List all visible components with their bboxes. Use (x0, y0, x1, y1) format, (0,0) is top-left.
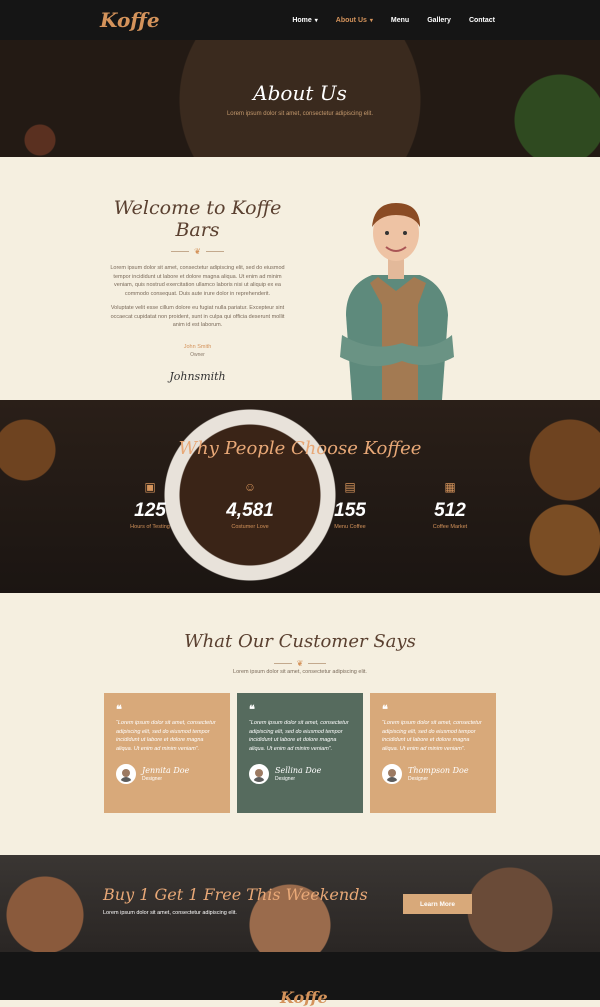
testimonial-text: “Lorem ipsum dolor sit amet, consectetur… (249, 720, 349, 752)
welcome-title: Welcome to Koffe Bars (113, 197, 282, 241)
site-logo[interactable]: Koffe (100, 8, 160, 32)
page-title: About Us (253, 80, 347, 105)
menu-item-home[interactable]: Home ▾ (292, 17, 317, 24)
owner-name: John Smith (183, 343, 212, 350)
learn-more-button[interactable]: Learn More (403, 894, 472, 914)
testimonial-card: ❝ “Lorem ipsum dolor sit amet, consectet… (237, 693, 363, 813)
welcome-paragraph-1: Lorem ipsum dolor sit amet, consectetur … (110, 265, 285, 297)
testimonial-author: Sellina Doe Designer (249, 764, 351, 784)
promo-subtitle: Lorem ipsum dolor sit amet, consectetur … (103, 910, 237, 916)
footer: Koffe (0, 952, 600, 1007)
building-icon: ▦ (444, 480, 456, 494)
stat-market: ▦ 512 Coffee Market (400, 480, 500, 530)
avatar (382, 764, 402, 784)
author-role: Designer (275, 776, 296, 782)
author-name: Jennita Doe (142, 766, 190, 775)
testimonial-cards: ❝ “Lorem ipsum dolor sit amet, consectet… (104, 693, 496, 813)
stat-number: 125 (134, 500, 166, 521)
section-divider: ❦ (0, 659, 600, 668)
menu-item-menu[interactable]: Menu (391, 17, 409, 24)
testimonials-section: What Our Customer Says ❦ Lorem ipsum dol… (0, 593, 600, 855)
promo-title: Buy 1 Get 1 Free This Weekends (103, 885, 368, 904)
hero-subtitle: Lorem ipsum dolor sit amet, consectetur … (226, 110, 374, 117)
author-role: Designer (408, 776, 429, 782)
author-name: Thompson Doe (408, 766, 469, 775)
welcome-section: Welcome to Koffe Bars ❦ Lorem ipsum dolo… (0, 157, 600, 400)
testimonials-subtitle: Lorem ipsum dolor sit amet, consectetur … (233, 669, 367, 675)
menu-item-gallery[interactable]: Gallery (427, 17, 451, 24)
stat-number: 512 (434, 500, 466, 521)
welcome-paragraph-2: Voluptate velit esse cillum dolore eu fu… (110, 305, 285, 328)
menu-label: Home (292, 16, 312, 24)
top-navbar: Koffe Home ▾ About Us ▾ Menu Gallery Conta… (0, 0, 600, 40)
stat-label: Menu Coffee (334, 524, 366, 530)
stat-label: Coffee Market (432, 524, 468, 530)
leaf-icon: ❦ (296, 659, 304, 668)
briefcase-icon: ▣ (144, 480, 156, 494)
avatar (116, 764, 136, 784)
clipboard-icon: ▤ (344, 480, 356, 494)
owner-signature: Johnsmith (169, 369, 226, 383)
why-section: Why People Choose Koffee ▣ 125 Hours of … (0, 400, 600, 593)
testimonial-author: Jennita Doe Designer (116, 764, 218, 784)
testimonials-title: What Our Customer Says (184, 631, 416, 652)
menu-item-about[interactable]: About Us ▾ (336, 17, 373, 24)
section-divider: ❦ (105, 247, 290, 256)
avatar (249, 764, 269, 784)
testimonial-text: “Lorem ipsum dolor sit amet, consectetur… (382, 720, 482, 752)
author-name: Sellina Doe (275, 766, 322, 775)
author-role: Designer (142, 776, 163, 782)
stat-label: Hours of Testing (130, 524, 170, 530)
quote-icon: ❝ (382, 704, 388, 716)
stats-row: ▣ 125 Hours of Testing ☺ 4,581 Costumer … (100, 480, 500, 530)
stat-menu: ▤ 155 Menu Coffee (300, 480, 400, 530)
testimonial-card: ❝ “Lorem ipsum dolor sit amet, consectet… (104, 693, 230, 813)
page-hero: About Us Lorem ipsum dolor sit amet, con… (0, 40, 600, 157)
stat-label: Costumer Love (231, 524, 269, 530)
testimonial-author: Thompson Doe Designer (382, 764, 484, 784)
quote-icon: ❝ (116, 704, 122, 716)
chevron-down-icon: ▾ (369, 17, 373, 24)
testimonial-card: ❝ “Lorem ipsum dolor sit amet, consectet… (370, 693, 496, 813)
menu-item-contact[interactable]: Contact (469, 17, 495, 24)
testimonial-text: “Lorem ipsum dolor sit amet, consectetur… (116, 720, 216, 752)
promo-banner: Buy 1 Get 1 Free This Weekends Lorem ips… (0, 855, 600, 952)
stat-hours: ▣ 125 Hours of Testing (100, 480, 200, 530)
owner-role: Owner (190, 351, 205, 358)
stat-number: 155 (334, 500, 366, 521)
stat-customers: ☺ 4,581 Costumer Love (200, 480, 300, 530)
barista-photo (332, 203, 460, 400)
menu-label: About Us (335, 16, 367, 24)
main-menu: Home ▾ About Us ▾ Menu Gallery Contact (292, 17, 495, 24)
why-title: Why People Choose Koffee (178, 438, 422, 459)
quote-icon: ❝ (249, 704, 255, 716)
chevron-down-icon: ▾ (314, 17, 318, 24)
leaf-icon: ❦ (194, 247, 201, 256)
footer-logo[interactable]: Koffe (280, 988, 328, 1007)
welcome-text: Welcome to Koffe Bars ❦ Lorem ipsum dolo… (105, 197, 290, 383)
person-icon: ☺ (243, 480, 257, 494)
stat-number: 4,581 (226, 500, 274, 521)
